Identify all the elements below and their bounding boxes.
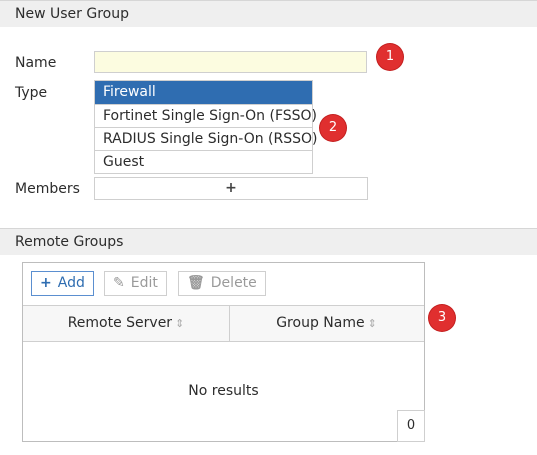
empty-state-text: No results <box>188 383 259 399</box>
sort-icon: ⇕ <box>175 317 185 330</box>
delete-button[interactable]: 🗑 Delete <box>178 271 266 296</box>
row-count: 0 <box>397 410 425 442</box>
column-label: Remote Server <box>67 315 173 331</box>
pencil-icon: ✎ <box>113 275 125 291</box>
plus-icon: + <box>225 180 237 196</box>
type-label: Type <box>15 85 48 101</box>
members-label: Members <box>15 181 80 197</box>
add-button[interactable]: + Add <box>31 271 94 296</box>
callout-badge-1: 1 <box>377 44 403 70</box>
column-label: Group Name <box>276 315 365 331</box>
type-option-guest[interactable]: Guest <box>95 150 312 173</box>
name-label: Name <box>15 55 57 71</box>
column-header-remote-server[interactable]: Remote Server ⇕ <box>23 306 230 341</box>
table-header: Remote Server ⇕ Group Name ⇕ <box>23 305 424 342</box>
type-option-fsso[interactable]: Fortinet Single Sign-On (FSSO) <box>95 104 317 127</box>
type-listbox[interactable]: Firewall Fortinet Single Sign-On (FSSO) … <box>94 80 317 174</box>
type-option-firewall[interactable]: Firewall <box>95 81 312 104</box>
plus-icon: + <box>40 275 52 291</box>
callout-badge-2: 2 <box>320 115 346 141</box>
edit-button-label: Edit <box>130 275 158 291</box>
remote-groups-panel: + Add ✎ Edit 🗑 Delete Remote Server ⇕ Group … <box>22 262 425 442</box>
add-button-label: Add <box>57 275 85 291</box>
remote-groups-title: Remote Groups <box>15 234 124 250</box>
section-header-new-user-group: New User Group <box>0 0 537 27</box>
sort-icon: ⇕ <box>367 317 377 330</box>
trash-icon: 🗑 <box>187 275 205 291</box>
column-header-group-name[interactable]: Group Name ⇕ <box>229 306 424 341</box>
type-option-rsso[interactable]: RADIUS Single Sign-On (RSSO) <box>95 127 317 150</box>
delete-button-label: Delete <box>210 275 257 291</box>
section-header-remote-groups: Remote Groups <box>0 228 537 255</box>
members-add-field[interactable]: + <box>94 177 368 200</box>
edit-button[interactable]: ✎ Edit <box>104 271 167 296</box>
callout-badge-3: 3 <box>429 305 455 331</box>
page-title: New User Group <box>15 6 129 22</box>
name-input[interactable] <box>94 51 367 73</box>
